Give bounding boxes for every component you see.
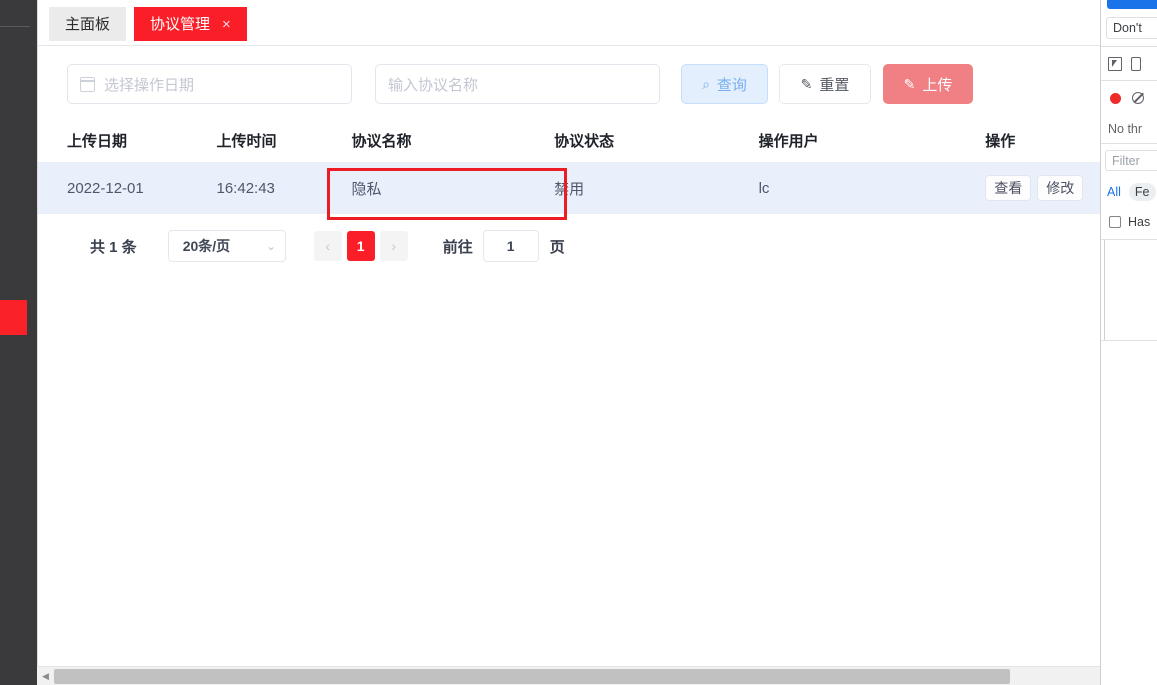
devtools-dont-label: Don't: [1113, 21, 1142, 35]
column-header-actions: 操作: [985, 132, 1016, 150]
cell-agreement-status: 禁用: [554, 180, 585, 198]
page-size-select[interactable]: 20条/页 ⌄: [167, 230, 286, 262]
goto-page-input[interactable]: 1: [482, 230, 539, 262]
devtools-separator-2: [1101, 80, 1157, 81]
agreement-table: 上传日期 上传时间 协议名称 协议状态 操作用户 操作 2022-12-01 1…: [38, 118, 1100, 214]
tab-main-panel-label: 主面板: [65, 15, 111, 33]
sidebar-active-item[interactable]: [0, 300, 27, 335]
upload-button-label: 上传: [922, 76, 953, 94]
scrollbar-track[interactable]: [54, 667, 1140, 685]
devtools-dont-field[interactable]: Don't: [1106, 17, 1157, 39]
reset-button[interactable]: ✎ 重置: [779, 64, 871, 104]
sidebar-divider: [0, 26, 30, 27]
prev-page-button[interactable]: ‹: [313, 231, 342, 261]
devtools-panel-edge: [1104, 240, 1105, 340]
tab-agreement-management-label: 协议管理: [150, 15, 211, 33]
devtools-separator-1: [1101, 46, 1157, 47]
next-page-button[interactable]: ›: [379, 231, 408, 261]
throttling-label[interactable]: No thr: [1108, 122, 1142, 136]
pagination: 共 1 条 20条/页 ⌄ ‹ 1 › 前往 1 页: [38, 214, 1100, 262]
main-content: 主面板 协议管理 × 选择操作日期 输入协议名称 ⌕ 查询 ✎ 重置 ✎ 上传 …: [37, 0, 1100, 685]
pencil-icon: ✎: [903, 75, 916, 92]
filter-bar: 选择操作日期 输入协议名称 ⌕ 查询 ✎ 重置 ✎ 上传: [38, 46, 1100, 118]
column-header-upload-date: 上传日期: [67, 132, 128, 150]
reset-button-label: 重置: [819, 76, 850, 94]
devtools-filter-input[interactable]: Filter: [1105, 150, 1157, 171]
page-size-value: 20条/页: [182, 238, 231, 254]
cell-operator: lc: [758, 179, 770, 197]
search-icon: ⌕: [702, 75, 710, 92]
column-header-agreement-name: 协议名称: [351, 132, 412, 150]
column-header-upload-time: 上传时间: [216, 132, 277, 150]
pagination-total: 共 1 条: [90, 238, 137, 256]
devtools-filter-placeholder: Filter: [1112, 153, 1140, 168]
devtools-separator-4: [1101, 239, 1157, 240]
devtools-primary-button[interactable]: [1107, 0, 1157, 9]
table-header-row: 上传日期 上传时间 协议名称 协议状态 操作用户 操作: [38, 118, 1100, 163]
pencil-icon: ✎: [800, 75, 813, 92]
cell-actions: 查看 修改: [985, 175, 1100, 201]
devtools-type-filters: All Fe: [1107, 183, 1156, 201]
filter-type-fetch-xhr[interactable]: Fe: [1128, 183, 1156, 201]
left-sidebar: [0, 0, 37, 685]
devtools-toolbar: [1101, 49, 1157, 78]
table-row[interactable]: 2022-12-01 16:42:43 隐私 禁用 lc 查看 修改: [38, 163, 1100, 214]
tab-bar: 主面板 协议管理 ×: [38, 0, 1100, 46]
devtools-network-controls: [1101, 85, 1157, 111]
inspect-element-icon[interactable]: [1108, 56, 1122, 71]
agreement-name-placeholder: 输入协议名称: [388, 76, 479, 94]
filter-type-all[interactable]: All: [1107, 185, 1121, 199]
upload-button[interactable]: ✎ 上传: [883, 64, 973, 104]
devtools-has-blocked-row[interactable]: Has: [1109, 215, 1150, 229]
operation-date-placeholder: 选择操作日期: [104, 76, 195, 94]
operation-date-input[interactable]: 选择操作日期: [67, 64, 352, 104]
devtools-separator-3: [1101, 143, 1157, 144]
cell-upload-time: 16:42:43: [216, 179, 275, 197]
screen-root: 主面板 协议管理 × 选择操作日期 输入协议名称 ⌕ 查询 ✎ 重置 ✎ 上传 …: [0, 0, 1157, 685]
edit-button[interactable]: 修改: [1037, 175, 1084, 201]
cell-agreement-name: 隐私: [351, 180, 382, 198]
device-toolbar-icon[interactable]: [1131, 56, 1141, 71]
clear-icon[interactable]: [1132, 92, 1144, 104]
chevron-down-icon: ⌄: [266, 240, 276, 253]
checkbox-icon[interactable]: [1109, 216, 1121, 228]
tab-agreement-management[interactable]: 协议管理 ×: [134, 7, 247, 41]
record-icon[interactable]: [1110, 92, 1121, 104]
cell-upload-date: 2022-12-01: [67, 179, 144, 197]
calendar-icon: [80, 76, 95, 92]
horizontal-scrollbar[interactable]: ◀ ▶: [37, 666, 1157, 685]
scrollbar-thumb[interactable]: [54, 668, 1010, 684]
has-blocked-label: Has: [1128, 215, 1151, 229]
column-header-operator: 操作用户: [758, 132, 819, 150]
tab-main-panel[interactable]: 主面板: [49, 7, 127, 41]
query-button[interactable]: ⌕ 查询: [681, 64, 768, 104]
goto-unit-label: 页: [549, 238, 565, 256]
scroll-left-arrow-icon[interactable]: ◀: [37, 667, 54, 685]
devtools-separator-5: [1101, 340, 1157, 341]
close-icon[interactable]: ×: [222, 17, 231, 32]
goto-label: 前往: [442, 238, 473, 256]
page-number-1[interactable]: 1: [346, 231, 375, 261]
column-header-agreement-status: 协议状态: [554, 132, 615, 150]
agreement-name-input[interactable]: 输入协议名称: [375, 64, 660, 104]
query-button-label: 查询: [716, 76, 747, 94]
view-button[interactable]: 查看: [985, 175, 1032, 201]
devtools-panel: Don't No thr Filter All Fe Has: [1100, 0, 1157, 685]
